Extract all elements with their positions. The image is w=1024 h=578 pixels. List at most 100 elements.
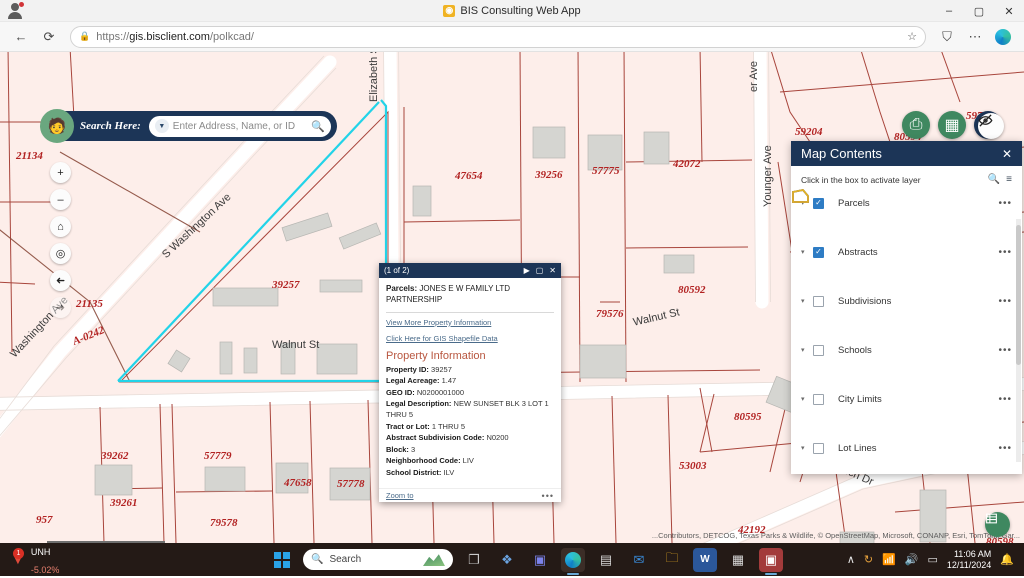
- volume-icon[interactable]: 🔊: [905, 553, 919, 566]
- layer-list[interactable]: ▾ Parcels ••• ▾ Abstracts •••: [791, 189, 1022, 474]
- chevron-down-icon[interactable]: ▾: [801, 346, 813, 354]
- layer-checkbox[interactable]: [813, 393, 824, 405]
- layer-options-icon[interactable]: •••: [998, 394, 1012, 405]
- taskbar-search[interactable]: 🔍 Search: [303, 549, 453, 570]
- previous-extent-button[interactable]: ➜: [50, 270, 71, 291]
- layer-item-subdivisions: ▾ Subdivisions •••: [791, 189, 1022, 338]
- layer-name: Parcels: [838, 197, 870, 209]
- sync-status-icon[interactable]: ↻: [864, 553, 873, 566]
- panel-scrollbar-thumb[interactable]: [1016, 225, 1021, 365]
- property-field: Legal Acreage: 1.47: [386, 375, 554, 386]
- basemap-gallery-icon[interactable]: ▦: [938, 111, 966, 139]
- edge-copilot-icon[interactable]: [990, 25, 1016, 49]
- maximize-button[interactable]: ▢: [964, 0, 994, 22]
- view-more-property-information-link[interactable]: View More Property Information: [386, 318, 554, 327]
- layer-checkbox[interactable]: [813, 295, 824, 307]
- layer-checkbox[interactable]: [813, 197, 824, 209]
- minimize-button[interactable]: –: [934, 0, 964, 22]
- parcel-label: 47654: [455, 170, 483, 182]
- print-icon[interactable]: ⎙: [902, 111, 930, 139]
- mail-icon[interactable]: ✉: [627, 548, 651, 572]
- chevron-down-icon[interactable]: ▾: [801, 444, 813, 452]
- collections-icon[interactable]: ⛉: [934, 25, 960, 49]
- layer-options-icon[interactable]: •••: [998, 443, 1012, 454]
- field-value: LIV: [462, 456, 474, 466]
- attribute-table-toggle-icon[interactable]: [985, 512, 1010, 537]
- map-canvas[interactable]: 21134 21135 A-0242 39257 47654 39256 577…: [0, 52, 1024, 543]
- next-extent-button[interactable]: ➜: [50, 297, 71, 318]
- chevron-down-icon[interactable]: ▾: [801, 395, 813, 403]
- layer-symbol: [791, 189, 1022, 436]
- zoom-in-button[interactable]: +: [50, 162, 71, 183]
- microsoft-store-icon[interactable]: ▤: [594, 548, 618, 572]
- parcel-label: 59204: [795, 126, 823, 138]
- popup-next-icon[interactable]: ▶: [524, 266, 530, 275]
- search-input[interactable]: Enter Address, Name, or ID: [173, 121, 307, 132]
- search-field[interactable]: ▼ Enter Address, Name, or ID 🔍: [148, 115, 331, 137]
- file-explorer-icon[interactable]: 🗀: [660, 548, 684, 572]
- search-icon[interactable]: 🔍: [311, 120, 325, 133]
- show-hidden-icons[interactable]: ∧: [847, 553, 855, 566]
- layer-symbol: [791, 189, 1022, 387]
- layer-row[interactable]: ▾ Lot Lines •••: [791, 436, 1022, 460]
- layer-options-icon[interactable]: •••: [998, 296, 1012, 307]
- reload-icon[interactable]: ⟳: [36, 25, 62, 49]
- popup-maximize-icon[interactable]: ▢: [536, 266, 544, 275]
- field-value: 39257: [431, 364, 452, 374]
- notifications-icon[interactable]: 🔔: [1000, 553, 1014, 566]
- stock-symbol: UNH: [30, 546, 51, 557]
- address-bar[interactable]: 🔒 https://gis.bisclient.com/polkcad/ ☆: [70, 25, 926, 48]
- home-button[interactable]: ⌂: [50, 216, 71, 237]
- popup-close-icon[interactable]: ✕: [549, 266, 556, 275]
- layer-options-icon[interactable]: •••: [998, 345, 1012, 356]
- layer-options-icon[interactable]: •••: [998, 247, 1012, 258]
- taskbar-clock[interactable]: 11:06 AM 12/11/2024: [947, 549, 991, 571]
- chevron-down-icon[interactable]: ▾: [801, 297, 813, 305]
- layer-checkbox[interactable]: [813, 344, 824, 356]
- profile-avatar-icon[interactable]: [6, 2, 24, 20]
- parcel-label: 21135: [76, 298, 103, 310]
- search-icon[interactable]: 🔍: [988, 174, 1000, 185]
- teams-icon[interactable]: ▣: [528, 548, 552, 572]
- street-label: er Ave: [748, 61, 760, 92]
- task-view-icon[interactable]: ❐: [462, 548, 486, 572]
- taskbar-stock-widget[interactable]: ▼ 1 UNH -5.02%: [0, 542, 270, 578]
- layer-row[interactable]: ▾ Abstracts •••: [791, 240, 1022, 264]
- zoom-to-link[interactable]: Zoom to: [386, 491, 414, 500]
- calculator-icon[interactable]: ▦: [726, 548, 750, 572]
- layer-options-icon[interactable]: •••: [998, 198, 1012, 209]
- field-value: 1.47: [441, 376, 457, 386]
- window-title-area: ◉ BIS Consulting Web App: [0, 4, 1024, 17]
- layer-row[interactable]: ▾ Schools •••: [791, 338, 1022, 362]
- bookmark-star-icon[interactable]: ☆: [907, 30, 917, 43]
- back-icon[interactable]: ←: [8, 25, 34, 49]
- chevron-down-icon[interactable]: ▼: [154, 119, 169, 133]
- layer-row[interactable]: ▾ City Limits •••: [791, 387, 1022, 411]
- gis-shapefile-data-link[interactable]: Click Here for GIS Shapefile Data: [386, 334, 554, 343]
- word-icon[interactable]: W: [693, 547, 717, 572]
- map-contents-subheader: Click in the box to activate layer 🔍 ≡: [791, 166, 1022, 189]
- locate-button[interactable]: ◎: [50, 243, 71, 264]
- window-title: BIS Consulting Web App: [460, 4, 581, 17]
- coordinate-readout[interactable]: + 30°41'32"N 94°55'52"W ∧: [47, 541, 166, 543]
- layer-checkbox[interactable]: [813, 246, 824, 258]
- app-avatar-icon[interactable]: 🧑: [40, 109, 74, 143]
- close-window-button[interactable]: ✕: [994, 0, 1024, 22]
- visibility-off-icon[interactable]: [978, 113, 1004, 139]
- layer-checkbox[interactable]: [813, 442, 824, 454]
- copilot-icon[interactable]: ❖: [495, 548, 519, 572]
- field-value: N0200: [486, 433, 509, 443]
- layer-row[interactable]: ▾ Subdivisions •••: [791, 289, 1022, 313]
- chevron-down-icon[interactable]: ▾: [801, 248, 813, 256]
- browser-settings-icon[interactable]: ⋯: [962, 25, 988, 49]
- zoom-out-button[interactable]: –: [50, 189, 71, 210]
- edge-browser-icon[interactable]: [561, 547, 585, 572]
- filter-list-icon[interactable]: ≡: [1006, 174, 1012, 185]
- start-button[interactable]: [270, 548, 294, 572]
- layer-row[interactable]: ▾ Parcels •••: [791, 191, 1022, 215]
- close-icon[interactable]: ✕: [1002, 147, 1012, 161]
- gis-app-icon[interactable]: ▣: [759, 547, 783, 572]
- battery-icon[interactable]: ▭: [928, 553, 938, 566]
- wifi-icon[interactable]: 📶: [882, 553, 896, 566]
- popup-more-actions-icon[interactable]: •••: [542, 491, 554, 501]
